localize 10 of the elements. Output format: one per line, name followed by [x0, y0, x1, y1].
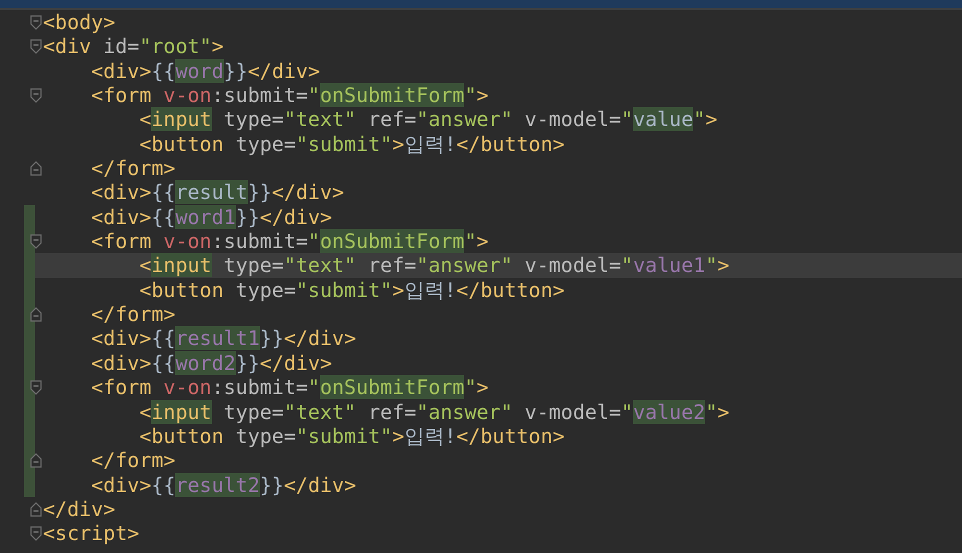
- fold-close-icon[interactable]: [30, 453, 42, 468]
- fold-open-icon[interactable]: [30, 380, 42, 396]
- fold-open-icon[interactable]: [30, 234, 42, 250]
- fold-close-icon[interactable]: [30, 161, 42, 176]
- fold-close-icon[interactable]: [30, 307, 42, 322]
- fold-open-icon[interactable]: [30, 15, 42, 30]
- fold-open-icon[interactable]: [30, 88, 42, 104]
- fold-open-icon[interactable]: [30, 526, 42, 542]
- fold-close-icon[interactable]: [30, 502, 42, 517]
- fold-open-icon[interactable]: [30, 39, 42, 54]
